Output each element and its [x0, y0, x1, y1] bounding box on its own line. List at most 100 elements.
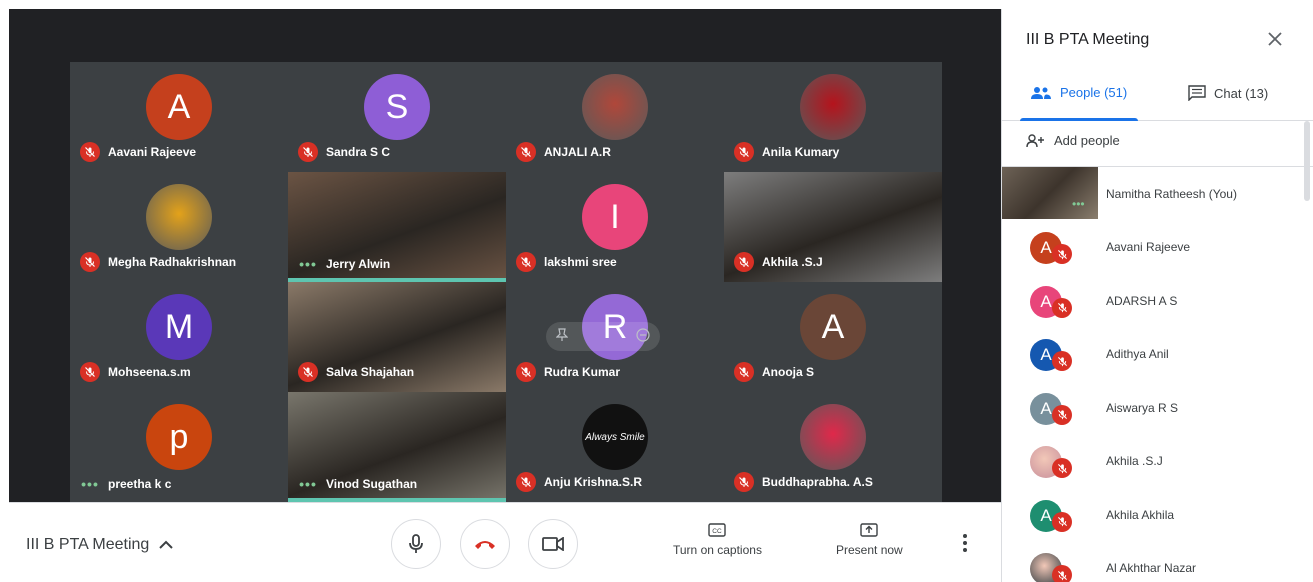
participant-tile[interactable]: ANJALI A.R [506, 62, 724, 172]
mic-off-icon [85, 257, 95, 267]
participant-name: Aavani Rajeeve [108, 145, 197, 159]
camera-button[interactable] [528, 519, 578, 569]
tab-chat[interactable]: Chat (13) [1188, 85, 1268, 101]
mic-off-icon [521, 367, 531, 377]
participant-row[interactable]: Al Akhthar Nazar [1002, 542, 1313, 582]
mic-off-icon [521, 147, 531, 157]
avatar: A [800, 294, 866, 360]
muted-indicator [734, 472, 754, 492]
pin-icon[interactable] [555, 328, 569, 345]
muted-indicator [298, 142, 318, 162]
participant-name: ANJALI A.R [544, 145, 611, 159]
tile-nameplate: ANJALI A.R [516, 142, 611, 162]
mic-off-icon [739, 147, 749, 157]
participant-grid: A Aavani Rajeeve S Sandra S C ANJALI A.R Anil… [70, 62, 942, 502]
speaking-dots-icon: ••• [299, 256, 317, 272]
participant-tile[interactable]: Salva Shajahan [288, 282, 506, 392]
speaking-dots-icon: ••• [299, 476, 317, 492]
captions-icon: CC [708, 523, 727, 537]
profile-photo-text: Always Smile [582, 404, 648, 470]
participant-row[interactable]: A Akhila Akhila [1002, 488, 1313, 542]
participant-name: Anila Kumary [762, 145, 840, 159]
present-now-button[interactable]: Present now [836, 523, 903, 557]
add-person-icon [1026, 133, 1044, 147]
muted-indicator [734, 142, 754, 162]
participant-tile[interactable]: ••• Jerry Alwin [288, 172, 506, 282]
mic-off-icon [1057, 303, 1067, 313]
participant-tile[interactable]: Always Smile Anju Krishna.S.R [506, 392, 724, 502]
tile-nameplate: Anila Kumary [734, 142, 839, 162]
add-people-button[interactable]: Add people [1026, 133, 1120, 148]
participant-tile[interactable]: p ••• preetha k c [70, 392, 288, 502]
mic-off-icon [303, 367, 313, 377]
participant-tile[interactable]: Ilakshmi sree [506, 172, 724, 282]
tile-hover-controls [546, 322, 660, 351]
mic-off-icon [1057, 463, 1067, 473]
tile-nameplate: ••• Vinod Sugathan [298, 476, 417, 492]
participant-tile[interactable]: S Sandra S C [288, 62, 506, 172]
mic-off-icon [739, 477, 749, 487]
participant-name: Anooja S [762, 365, 815, 379]
side-panel: III B PTA Meeting People (51) Chat (13) … [1001, 9, 1313, 582]
muted-indicator [1052, 511, 1072, 532]
mic-off-icon [739, 257, 749, 267]
chevron-up-icon [159, 540, 174, 549]
remove-icon[interactable] [636, 328, 650, 345]
participant-row[interactable]: Akhila .S.J [1002, 435, 1313, 489]
muted-indicator [516, 362, 536, 382]
mic-off-icon [1057, 356, 1067, 366]
participant-tile[interactable]: M Mohseena.s.m [70, 282, 288, 392]
participant-list-name: Aiswarya R S [1106, 400, 1179, 415]
participant-row[interactable]: A ADARSH A S [1002, 274, 1313, 328]
participant-row[interactable]: ••• Namitha Ratheesh (You) [1002, 167, 1313, 221]
participant-name: Megha Radhakrishnan [108, 255, 237, 269]
muted-indicator [516, 142, 536, 162]
present-label: Present now [836, 543, 903, 557]
muted-indicator [1052, 244, 1072, 265]
more-options-button[interactable] [962, 533, 968, 558]
participant-tile[interactable]: Megha Radhakrishnan [70, 172, 288, 282]
speaking-dots-icon: ••• [81, 476, 99, 492]
mic-off-icon [1057, 570, 1067, 580]
participant-tile[interactable]: A Anooja S [724, 282, 942, 392]
captions-button[interactable]: CC Turn on captions [673, 523, 762, 557]
tile-nameplate: ••• preetha k c [80, 476, 171, 492]
microphone-button[interactable] [391, 519, 441, 569]
participant-tile[interactable]: Akhila .S.J [724, 172, 942, 282]
muted-indicator [298, 362, 318, 382]
tile-nameplate: Buddhaprabha. A.S [734, 472, 873, 492]
participant-list-name: Al Akhthar Nazar [1106, 561, 1197, 576]
muted-indicator [1052, 297, 1072, 318]
participant-name: Buddhaprabha. A.S [762, 475, 873, 489]
participant-name: Akhila .S.J [762, 255, 823, 269]
participant-name: Vinod Sugathan [326, 477, 418, 491]
microphone-icon [409, 534, 423, 553]
participant-list-name: Namitha Ratheesh (You) [1106, 186, 1237, 201]
participant-name: Anju Krishna.S.R [544, 475, 643, 489]
participant-row[interactable]: A Aiswarya R S [1002, 381, 1313, 435]
leave-call-button[interactable] [460, 519, 510, 569]
muted-indicator [1052, 351, 1072, 372]
participant-row[interactable]: A Aavani Rajeeve [1002, 221, 1313, 275]
meeting-details-toggle[interactable]: III B PTA Meeting [26, 536, 174, 554]
participant-row[interactable]: A Adithya Anil [1002, 328, 1313, 382]
participant-tile[interactable]: R Rudra Kumar [506, 282, 724, 392]
close-panel-button[interactable] [1268, 29, 1282, 52]
participant-tile[interactable]: Buddhaprabha. A.S [724, 392, 942, 502]
tile-nameplate: Mohseena.s.m [80, 362, 191, 382]
participant-list-name: Akhila .S.J [1106, 454, 1163, 469]
mic-off-icon [85, 147, 95, 157]
participant-tile[interactable]: ••• Vinod Sugathan [288, 392, 506, 502]
participant-name: Rudra Kumar [544, 365, 621, 379]
avatar: A [146, 74, 212, 140]
participant-name: Jerry Alwin [326, 257, 391, 271]
muted-indicator [734, 362, 754, 382]
participant-name: Mohseena.s.m [108, 365, 191, 379]
tab-people[interactable]: People (51) [1030, 85, 1127, 100]
muted-indicator [1052, 404, 1072, 425]
participant-tile[interactable]: A Aavani Rajeeve [70, 62, 288, 172]
participant-list: ••• Namitha Ratheesh (You) A Aavani Rajeeve… [1002, 166, 1313, 582]
participant-tile[interactable]: Anila Kumary [724, 62, 942, 172]
camera-icon [542, 537, 564, 551]
avatar: S [364, 74, 430, 140]
